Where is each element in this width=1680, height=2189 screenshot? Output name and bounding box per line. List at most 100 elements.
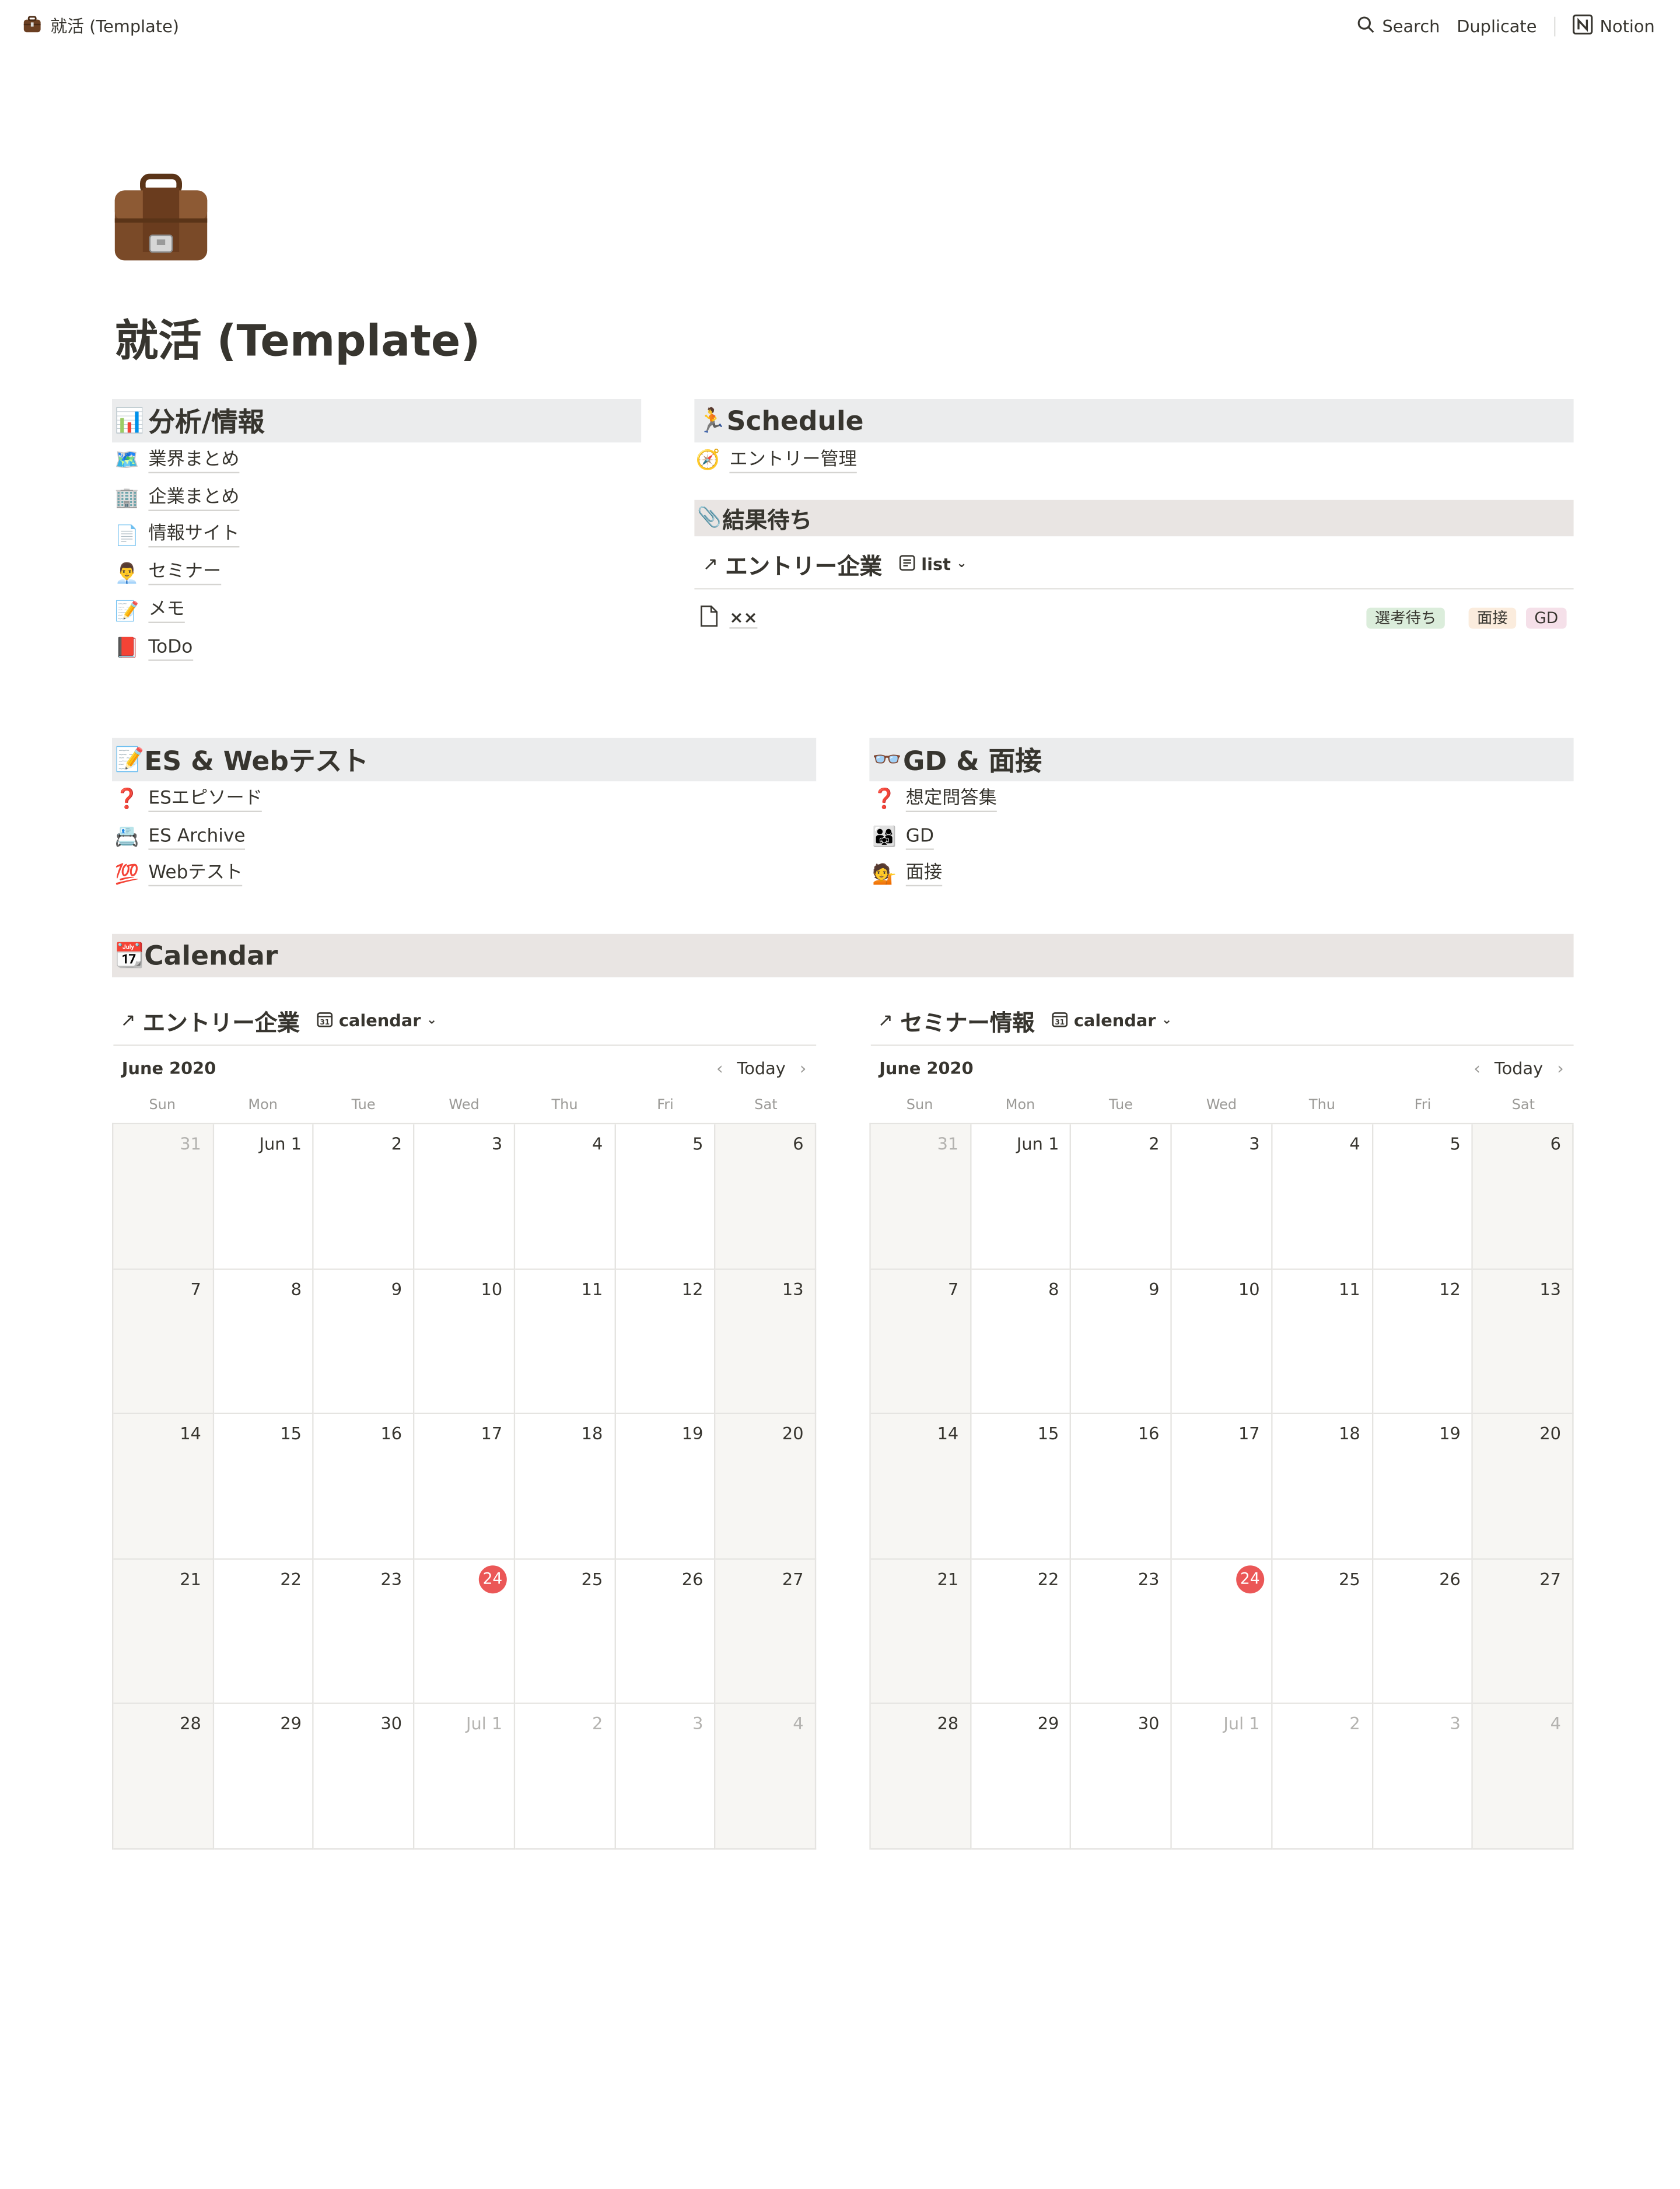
calendar-day-cell[interactable]: 27 (1473, 1559, 1574, 1705)
calendar-day-cell[interactable]: 16 (1072, 1414, 1172, 1560)
chevron-right-icon[interactable]: › (800, 1058, 807, 1078)
calendar-day-cell[interactable]: 9 (314, 1269, 415, 1415)
calendar-day-cell[interactable]: 29 (214, 1704, 314, 1850)
view-switcher[interactable]: 31 calendar ⌄ (316, 1010, 437, 1031)
chevron-right-icon[interactable]: › (1557, 1058, 1564, 1078)
calendar-day-cell[interactable]: 12 (1373, 1269, 1474, 1415)
calendar-day-cell[interactable]: 6 (716, 1124, 817, 1270)
calendar-day-cell[interactable]: 15 (214, 1414, 314, 1560)
calendar-day-cell[interactable]: Jul 1 (414, 1704, 515, 1850)
chevron-left-icon[interactable]: ‹ (716, 1058, 723, 1078)
link-info-sites[interactable]: 📄 情報サイト (115, 517, 240, 555)
calendar-day-cell[interactable]: 29 (971, 1704, 1072, 1850)
calendar-day-cell[interactable]: 23 (1072, 1559, 1172, 1705)
calendar-day-cell[interactable]: 4 (716, 1704, 817, 1850)
today-button[interactable]: Today (1494, 1058, 1543, 1078)
calendar-day-cell[interactable]: 31 (870, 1124, 971, 1270)
calendar-day-cell[interactable]: 20 (1473, 1414, 1574, 1560)
today-button[interactable]: Today (737, 1058, 786, 1078)
calendar-day-cell[interactable]: 24 (1172, 1559, 1273, 1705)
calendar-day-cell[interactable]: 18 (514, 1414, 615, 1560)
calendar-day-cell[interactable]: 13 (716, 1269, 817, 1415)
entry-db-title[interactable]: エントリー企業 (725, 547, 882, 581)
breadcrumb[interactable]: 就活 (Template) (22, 14, 179, 38)
link-interview[interactable]: 💁 面接 (872, 856, 997, 894)
calendar-day-cell[interactable]: 8 (971, 1269, 1072, 1415)
calendar-day-cell[interactable]: 10 (1172, 1269, 1273, 1415)
calendar-day-cell[interactable]: 18 (1272, 1414, 1373, 1560)
calendar-day-cell[interactable]: 24 (414, 1559, 515, 1705)
link-memo[interactable]: 📝 メモ (115, 593, 240, 630)
calendar-day-cell[interactable]: 22 (971, 1559, 1072, 1705)
calendar-day-cell[interactable]: 3 (1172, 1124, 1273, 1270)
calendar-day-cell[interactable]: 4 (1473, 1704, 1574, 1850)
calendar-day-cell[interactable]: 12 (615, 1269, 716, 1415)
calendar-day-cell[interactable]: 26 (1373, 1559, 1474, 1705)
calendar-day-cell[interactable]: 25 (514, 1559, 615, 1705)
calendar-day-cell[interactable]: 5 (1373, 1124, 1474, 1270)
link-es-episodes[interactable]: ❓ ESエピソード (115, 781, 262, 819)
calendar-day-cell[interactable]: 15 (971, 1414, 1072, 1560)
calendar-day-cell[interactable]: 3 (414, 1124, 515, 1270)
calendar-day-cell[interactable]: 21 (113, 1559, 214, 1705)
link-es-archive[interactable]: 📇 ES Archive (115, 819, 262, 856)
link-todo[interactable]: 📕 ToDo (115, 630, 240, 667)
link-seminar[interactable]: 👨‍💼 セミナー (115, 555, 240, 592)
calendar-day-cell[interactable]: 19 (615, 1414, 716, 1560)
calendar-day-cell[interactable]: 22 (214, 1559, 314, 1705)
entry-calendar-title[interactable]: エントリー企業 (143, 1004, 300, 1038)
calendar-day-cell[interactable]: 30 (1072, 1704, 1172, 1850)
duplicate-button[interactable]: Duplicate (1448, 17, 1545, 37)
calendar-day-cell[interactable]: 28 (870, 1704, 971, 1850)
calendar-day-cell[interactable]: 28 (113, 1704, 214, 1850)
calendar-day-cell[interactable]: 17 (1172, 1414, 1273, 1560)
calendar-day-cell[interactable]: 31 (113, 1124, 214, 1270)
calendar-day-cell[interactable]: 2 (1272, 1704, 1373, 1850)
calendar-day-cell[interactable]: 4 (514, 1124, 615, 1270)
seminar-calendar-title[interactable]: セミナー情報 (900, 1004, 1034, 1038)
link-expected-qa[interactable]: ❓ 想定問答集 (872, 781, 997, 819)
link-company-summary[interactable]: 🏢 企業まとめ (115, 480, 240, 517)
calendar-day-cell[interactable]: 2 (314, 1124, 415, 1270)
calendar-day-cell[interactable]: 3 (1373, 1704, 1474, 1850)
calendar-day-cell[interactable]: 13 (1473, 1269, 1574, 1415)
calendar-day-cell[interactable]: 27 (716, 1559, 817, 1705)
calendar-day-cell[interactable]: 6 (1473, 1124, 1574, 1270)
calendar-day-cell[interactable]: Jul 1 (1172, 1704, 1273, 1850)
briefcase-icon[interactable] (112, 173, 210, 264)
calendar-day-cell[interactable]: 26 (615, 1559, 716, 1705)
view-switcher[interactable]: list ⌄ (899, 554, 967, 575)
page-title[interactable]: 就活 (Template) (115, 305, 481, 368)
list-item[interactable]: ×× (700, 605, 758, 632)
calendar-day-cell[interactable]: 4 (1272, 1124, 1373, 1270)
calendar-day-cell[interactable]: 19 (1373, 1414, 1474, 1560)
calendar-day-cell[interactable]: 7 (113, 1269, 214, 1415)
calendar-day-cell[interactable]: 20 (716, 1414, 817, 1560)
calendar-day-cell[interactable]: 2 (1072, 1124, 1172, 1270)
search-button[interactable]: Search (1349, 15, 1448, 37)
calendar-day-cell[interactable]: 2 (514, 1704, 615, 1850)
calendar-day-cell[interactable]: 16 (314, 1414, 415, 1560)
calendar-day-cell[interactable]: 10 (414, 1269, 515, 1415)
calendar-day-cell[interactable]: 25 (1272, 1559, 1373, 1705)
calendar-day-cell[interactable]: 11 (1272, 1269, 1373, 1415)
link-gd[interactable]: 👨‍👩‍👧 GD (872, 819, 997, 856)
calendar-day-cell[interactable]: Jun 1 (214, 1124, 314, 1270)
calendar-day-cell[interactable]: 5 (615, 1124, 716, 1270)
calendar-day-cell[interactable]: 3 (615, 1704, 716, 1850)
calendar-day-cell[interactable]: 23 (314, 1559, 415, 1705)
calendar-day-cell[interactable]: Jun 1 (971, 1124, 1072, 1270)
calendar-day-cell[interactable]: 17 (414, 1414, 515, 1560)
calendar-day-cell[interactable]: 8 (214, 1269, 314, 1415)
calendar-day-cell[interactable]: 30 (314, 1704, 415, 1850)
link-entry-management[interactable]: 🧭 エントリー管理 (696, 442, 857, 480)
chevron-left-icon[interactable]: ‹ (1474, 1058, 1480, 1078)
view-switcher[interactable]: 31 calendar ⌄ (1051, 1010, 1172, 1031)
calendar-day-cell[interactable]: 7 (870, 1269, 971, 1415)
calendar-day-cell[interactable]: 11 (514, 1269, 615, 1415)
calendar-day-cell[interactable]: 21 (870, 1559, 971, 1705)
calendar-day-cell[interactable]: 14 (870, 1414, 971, 1560)
notion-button[interactable]: Notion (1563, 14, 1663, 39)
calendar-day-cell[interactable]: 14 (113, 1414, 214, 1560)
calendar-day-cell[interactable]: 9 (1072, 1269, 1172, 1415)
